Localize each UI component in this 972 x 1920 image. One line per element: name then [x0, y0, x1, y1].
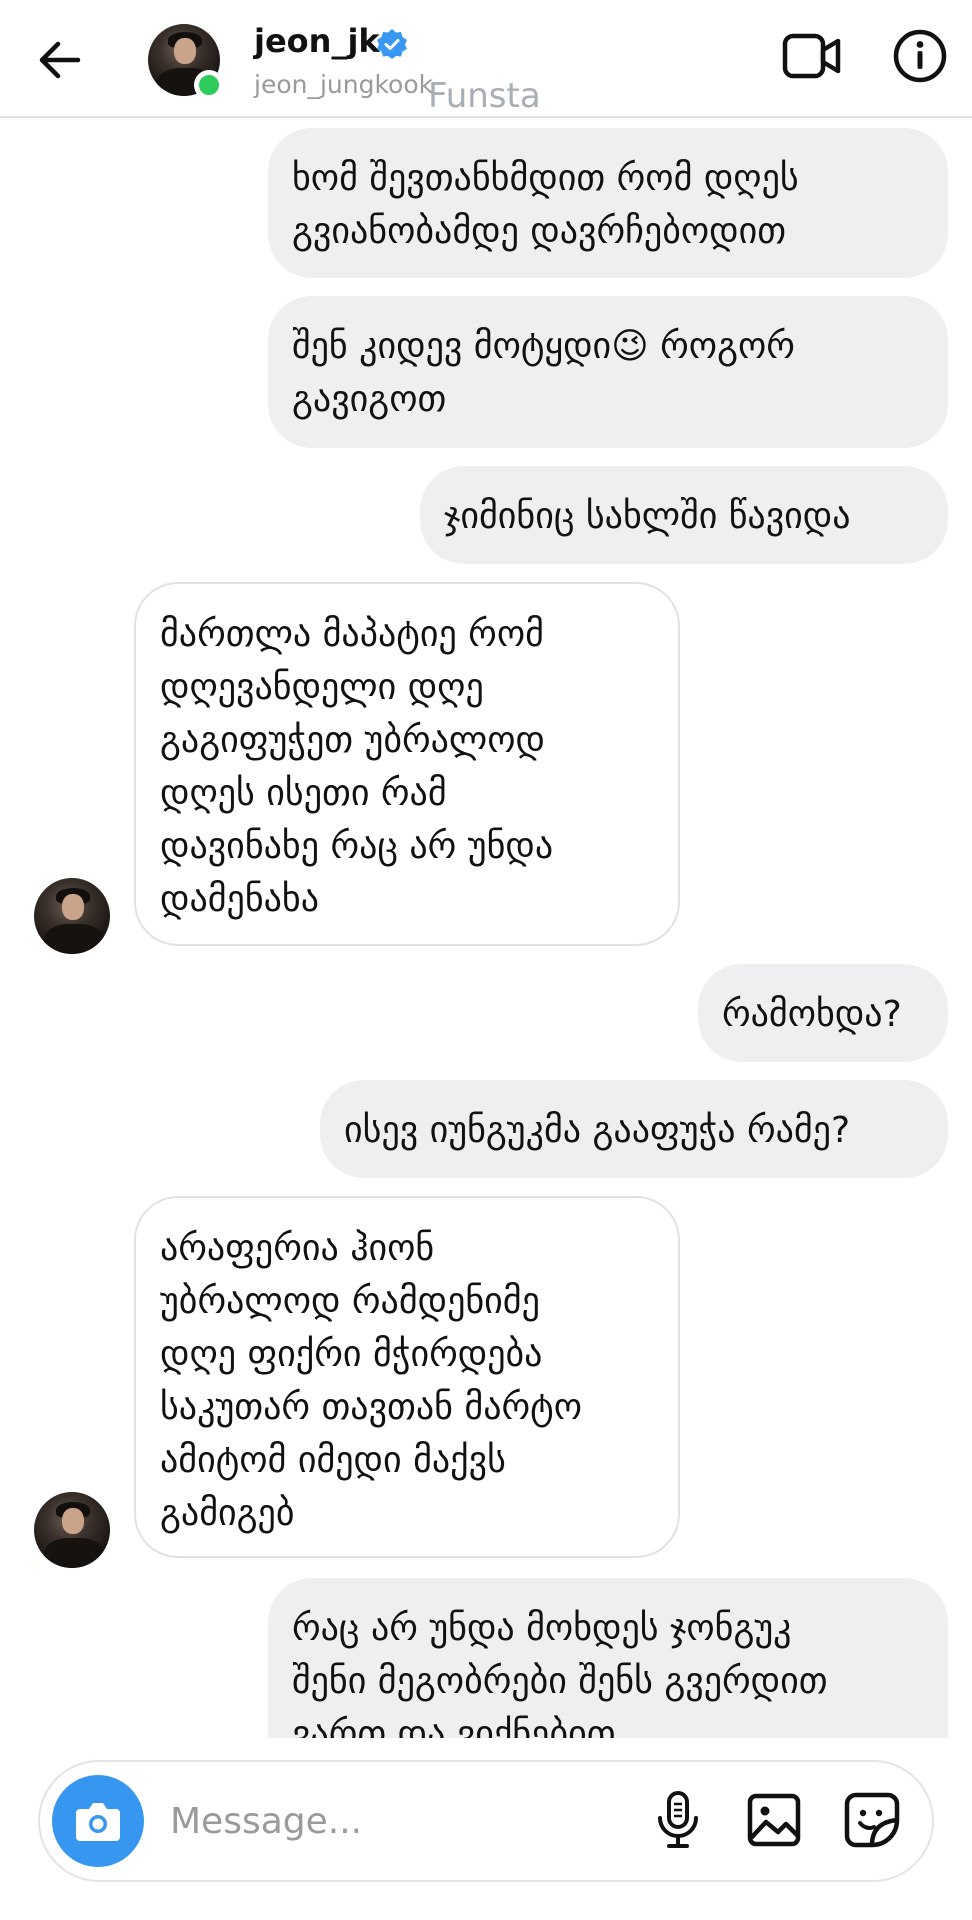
- message-bubble-received[interactable]: მართლა მაპატიე რომ დღევანდელი დღე გაგიფუ…: [134, 582, 680, 946]
- message-bubble-sent[interactable]: ხომ შევთანხმდით რომ დღეს გვიანობამდე დავ…: [268, 128, 948, 278]
- online-status-dot: [194, 70, 224, 100]
- chat-header: jeon_jk jeon_jungkook Funsta: [0, 0, 972, 118]
- sender-avatar[interactable]: [34, 1492, 110, 1568]
- camera-button[interactable]: [52, 1775, 144, 1867]
- info-icon[interactable]: [892, 28, 948, 84]
- header-avatar[interactable]: [148, 24, 224, 100]
- gallery-icon[interactable]: [746, 1792, 802, 1848]
- microphone-icon[interactable]: [652, 1790, 704, 1850]
- camera-icon: [76, 1803, 120, 1841]
- watermark-text: Funsta: [428, 76, 541, 116]
- contact-username: jeon_jungkook: [254, 70, 434, 99]
- message-input[interactable]: [168, 1792, 632, 1850]
- message-bubble-received[interactable]: არაფერია ჰიონ უბრალოდ რამდენიმე დღე ფიქრ…: [134, 1196, 680, 1558]
- message-bubble-sent[interactable]: ისევ იუნგუკმა გააფუჭა რამე?: [320, 1080, 948, 1178]
- verified-badge-icon: [376, 28, 408, 60]
- back-arrow-icon[interactable]: [34, 34, 90, 86]
- video-call-icon[interactable]: [782, 30, 842, 82]
- message-bubble-sent[interactable]: ჯიმინიც სახლში წავიდა: [420, 466, 948, 564]
- message-bubble-sent[interactable]: რამოხდა?: [698, 964, 948, 1062]
- contact-name[interactable]: jeon_jk: [254, 22, 380, 60]
- message-bubble-sent[interactable]: შენ კიდევ მოტყდი😉 როგორ გავიგოთ: [268, 296, 948, 448]
- sticker-icon[interactable]: [842, 1790, 902, 1850]
- sender-avatar[interactable]: [34, 878, 110, 954]
